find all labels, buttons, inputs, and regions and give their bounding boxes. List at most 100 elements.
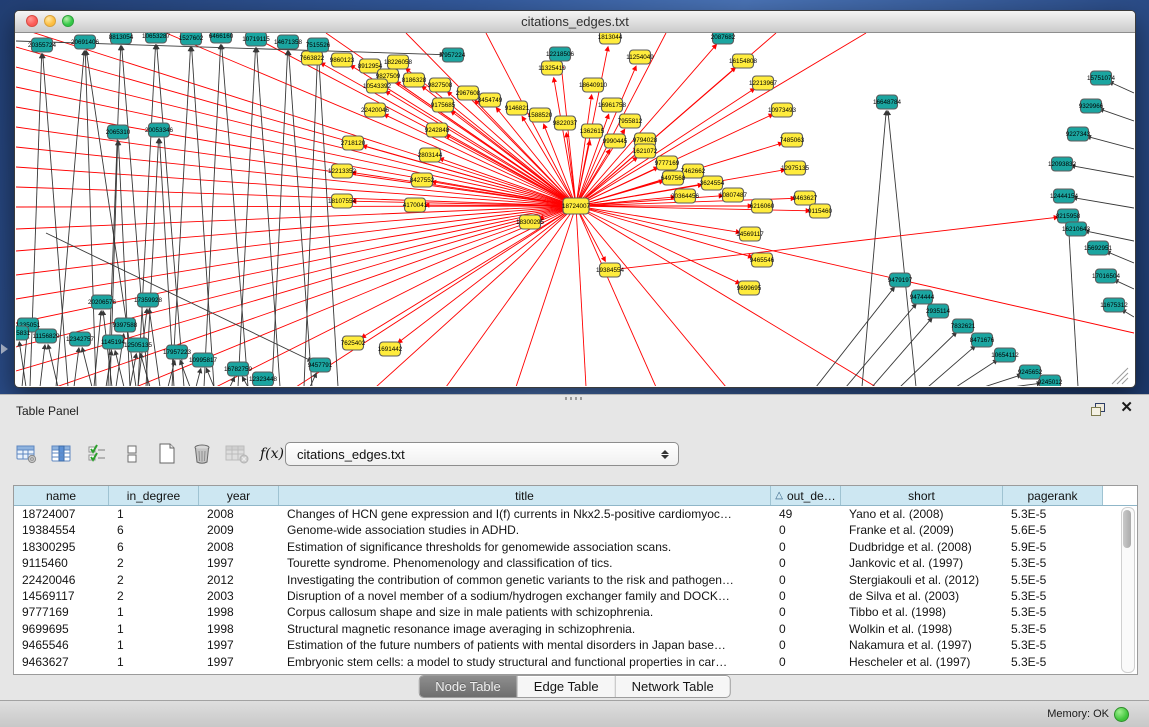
column-header-out_de[interactable]: △out_de… [771,486,841,505]
float-panel-icon[interactable] [1091,403,1105,416]
graph-node[interactable]: 16782759 [224,362,253,376]
scrollbar-thumb[interactable] [1123,510,1131,548]
graph-node[interactable]: 22420046 [361,103,390,117]
graph-node[interactable]: 7515526 [306,38,331,52]
graph-node[interactable]: 9329966 [1079,99,1104,113]
graph-node[interactable]: 6497568 [661,171,686,185]
graph-node[interactable]: 1527602 [179,33,204,45]
graph-node[interactable]: 18640910 [579,78,608,92]
edge[interactable] [1069,225,1078,386]
graph-node[interactable]: 8454749 [478,93,503,107]
graph-node[interactable]: 9175685 [431,98,456,112]
table-row[interactable]: 1456911722003Disruption of a novel membe… [14,588,1137,604]
graph-node[interactable]: 11675312 [1100,298,1128,312]
edge[interactable] [576,206,1134,333]
graph-node[interactable]: 14569117 [736,227,764,241]
graph-node[interactable]: 9777169 [655,156,680,170]
graph-node[interactable]: 7955812 [618,114,643,128]
edge[interactable] [1099,109,1134,121]
edge[interactable] [1109,82,1134,93]
graph-node[interactable]: 9457791 [308,358,333,372]
column-select-icon[interactable] [49,441,75,467]
graph-node[interactable]: 10973493 [768,103,797,117]
graph-node[interactable]: 11325419 [538,61,566,75]
network-graph[interactable]: 1872400776638229860123891295418226058982… [16,33,1134,386]
table-row[interactable]: 969969511998Structural magnetic resonanc… [14,621,1137,637]
edge[interactable] [192,47,214,386]
graph-node[interactable]: 12093832 [1048,157,1077,171]
graph-node[interactable]: 12444154 [1050,189,1079,203]
graph-node[interactable]: 2803144 [418,148,443,162]
column-header-name[interactable]: name [14,486,109,505]
graph-node[interactable]: 10995817 [189,353,218,367]
graph-node[interactable]: 8813054 [109,33,134,44]
graph-node[interactable]: 16648784 [873,95,902,109]
graph-node[interactable]: 6466160 [209,33,234,43]
edge[interactable] [48,345,58,386]
edge[interactable] [82,348,92,386]
graph-node[interactable]: 8471676 [970,333,995,347]
edge[interactable] [576,206,810,211]
edge[interactable] [900,332,957,386]
column-header-title[interactable]: title [279,486,771,505]
graph-node[interactable]: 8427552 [410,173,435,187]
edge[interactable] [16,206,576,229]
table-scrollbar[interactable] [1121,507,1135,673]
graph-node[interactable]: 20364456 [671,189,700,203]
network-table-selector[interactable]: citations_edges.txt [285,442,679,466]
table-row[interactable]: 946362711997Embryonic stem cells: a mode… [14,654,1137,670]
table-row[interactable]: 911546021997Tourette syndrome. Phenomeno… [14,555,1137,571]
edge[interactable] [576,206,752,257]
graph-node[interactable]: 6216060 [750,199,775,213]
graph-node[interactable]: 20355724 [28,38,57,52]
edge[interactable] [576,196,723,206]
edge[interactable] [1073,198,1134,208]
graph-node[interactable]: 12323448 [249,372,278,386]
graph-node[interactable]: 9699695 [737,281,762,295]
edge[interactable] [888,111,916,386]
edge[interactable] [576,206,726,386]
column-header-pagerank[interactable]: pagerank [1003,486,1103,505]
graph-node[interactable]: 19384554 [596,263,625,277]
edge[interactable] [862,111,886,386]
graph-node[interactable]: 2065310 [106,125,131,139]
graph-node[interactable]: 7832621 [951,319,976,333]
edge[interactable] [296,206,576,386]
graph-node[interactable]: 9479197 [888,273,913,287]
graph-node[interactable]: 10654112 [991,348,1019,362]
edge[interactable] [1087,136,1134,149]
edge[interactable] [16,206,576,207]
edge[interactable] [40,345,45,386]
edge[interactable] [1012,383,1041,386]
table-row[interactable]: 946554611997Estimation of the future num… [14,637,1137,653]
graph-node[interactable]: 9990445 [603,134,628,148]
graph-node[interactable]: 8186328 [402,73,427,87]
graph-node[interactable]: 12975135 [781,161,810,175]
graph-node[interactable]: 2935114 [926,304,951,318]
edge[interactable] [16,167,576,206]
graph-node[interactable]: 1588520 [528,108,553,122]
graph-node[interactable]: 20691406 [71,35,100,49]
graph-node[interactable]: 10653287 [142,33,171,43]
edge[interactable] [576,206,586,386]
graph-node[interactable]: 1362615 [580,124,605,138]
function-icon[interactable]: f(x) [259,441,285,467]
edge[interactable] [196,369,201,386]
graph-node[interactable]: 14671358 [274,35,303,49]
edge[interactable] [984,375,1021,386]
memory-status-icon[interactable] [1114,707,1129,722]
graph-node[interactable]: 9115460 [808,204,833,218]
graph-node[interactable]: 9245652 [1018,365,1043,379]
graph-node[interactable]: 12505135 [124,338,153,352]
network-canvas[interactable]: 1872400776638229860123891295418226058982… [16,33,1134,386]
graph-node[interactable]: 1813044 [598,33,623,44]
edge[interactable] [1071,166,1134,177]
table-row[interactable]: 977716911998Corpus callosum shape and si… [14,604,1137,620]
graph-node[interactable]: 20206576 [88,295,117,309]
edge[interactable] [304,54,318,386]
edge[interactable] [172,47,191,386]
graph-node[interactable]: 9474444 [910,290,935,304]
tab-edge-table[interactable]: Edge Table [518,676,616,697]
graph-node[interactable]: 17359928 [134,293,163,307]
network-window-titlebar[interactable]: citations_edges.txt [15,11,1135,33]
